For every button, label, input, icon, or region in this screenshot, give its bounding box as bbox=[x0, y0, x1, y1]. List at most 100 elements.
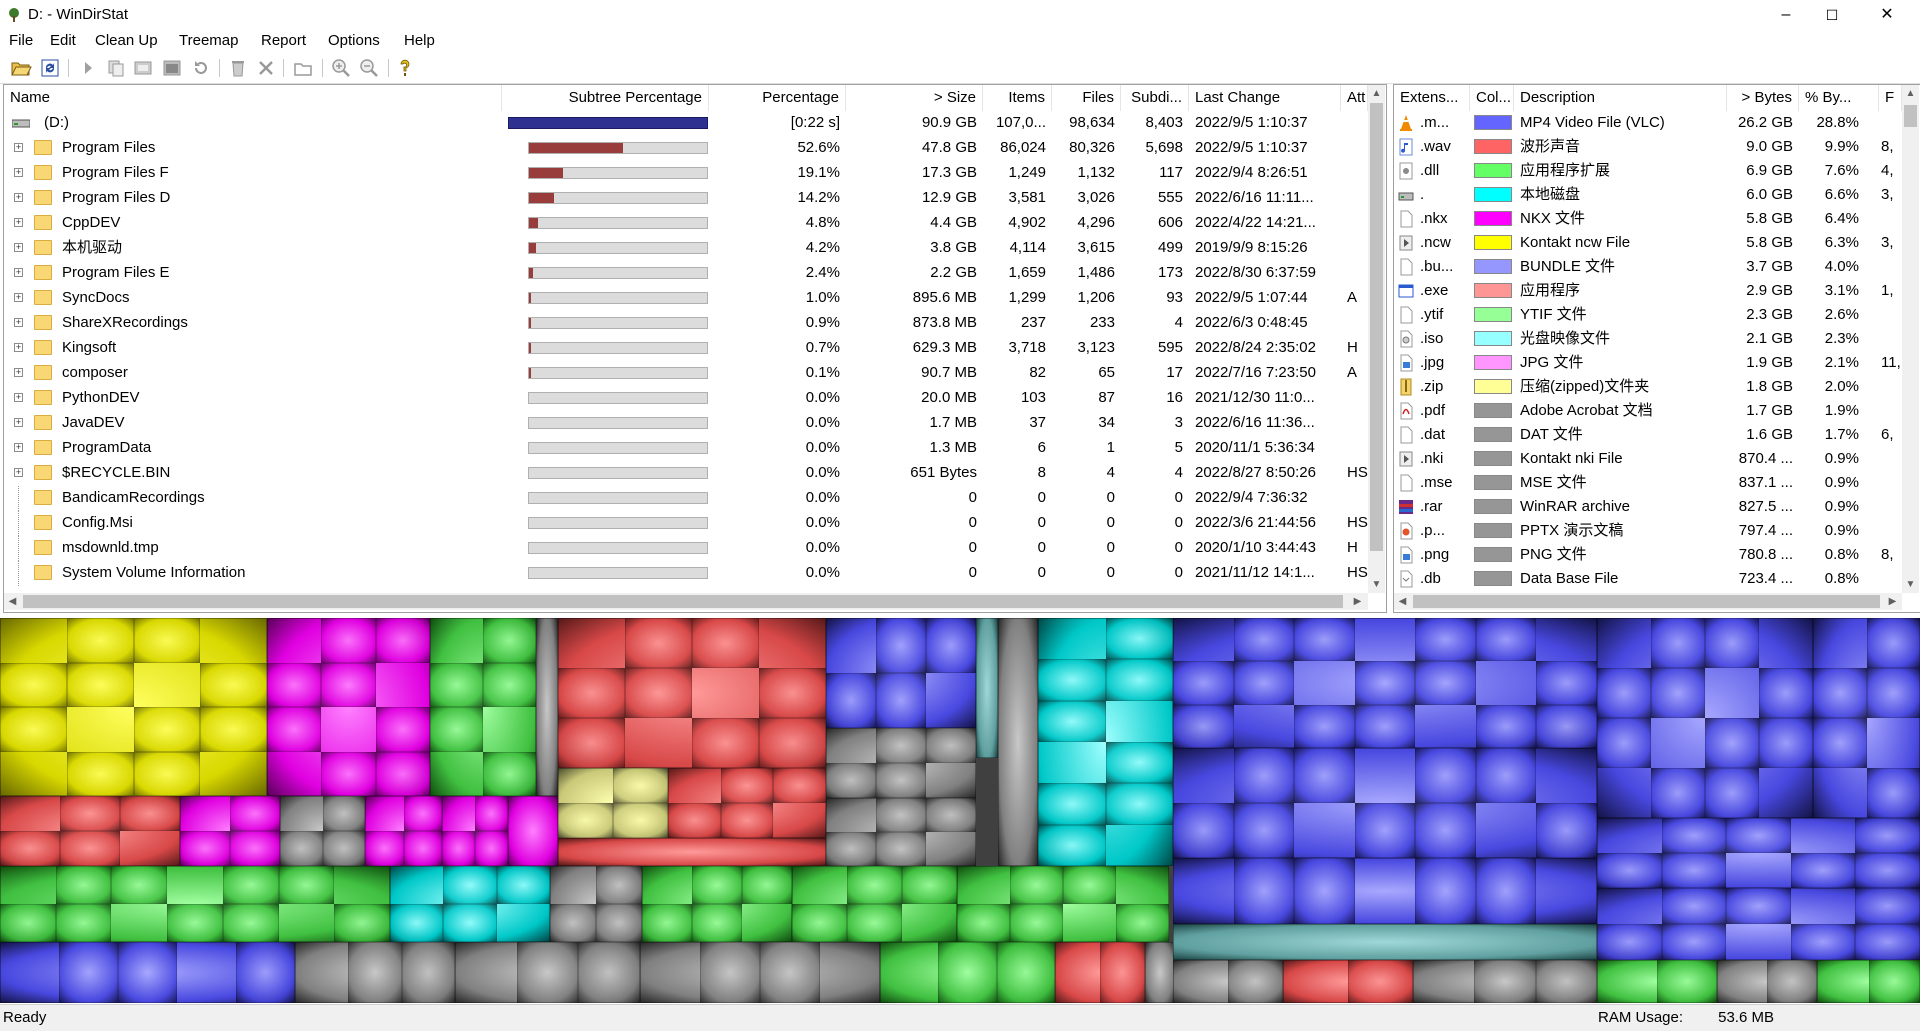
treemap-tile[interactable] bbox=[596, 904, 642, 942]
extension-row[interactable]: .nkiKontakt nki File870.4 ...0.9% bbox=[1394, 447, 1902, 471]
treemap-tile[interactable] bbox=[1415, 858, 1476, 924]
directory-row[interactable]: +Kingsoft0.7%629.3 MB3,7183,1235952022/8… bbox=[4, 336, 1368, 360]
scroll-right-icon[interactable]: ▶ bbox=[1884, 593, 1901, 610]
treemap-tile[interactable] bbox=[1813, 668, 1867, 718]
directory-row[interactable]: BandicamRecordings0.0%00002022/9/4 7:36:… bbox=[4, 486, 1368, 510]
treemap-tile[interactable] bbox=[1415, 748, 1476, 803]
treemap-tile[interactable] bbox=[1038, 783, 1106, 824]
treemap-tile[interactable] bbox=[1759, 718, 1813, 768]
open-folder-icon[interactable] bbox=[10, 57, 32, 79]
extension-horizontal-scrollbar[interactable]: ◀ ▶ bbox=[1394, 593, 1902, 610]
treemap-block[interactable] bbox=[1145, 942, 1175, 1003]
treemap-tile[interactable] bbox=[1662, 818, 1727, 853]
directory-row[interactable]: +$RECYCLE.BIN0.0%651 Bytes8442022/8/27 8… bbox=[4, 461, 1368, 485]
expand-plus-icon[interactable]: + bbox=[14, 143, 23, 152]
treemap-tile[interactable] bbox=[517, 942, 579, 1003]
treemap-tile[interactable] bbox=[223, 866, 279, 904]
treemap-tile[interactable] bbox=[1536, 661, 1597, 704]
treemap-tile[interactable] bbox=[390, 904, 443, 942]
column-header-attributes[interactable]: Att bbox=[1341, 85, 1368, 111]
directory-row[interactable]: +ProgramData0.0%1.3 MB6152020/11/1 5:36:… bbox=[4, 436, 1368, 460]
column-header-subdirs[interactable]: Subdi... bbox=[1121, 85, 1189, 111]
treemap-block[interactable] bbox=[976, 618, 998, 758]
treemap-tile[interactable] bbox=[558, 803, 613, 838]
directory-horizontal-scrollbar[interactable]: ◀ ▶ bbox=[4, 593, 1368, 610]
menu-file[interactable]: File bbox=[9, 32, 33, 49]
directory-row[interactable]: +Program Files52.6%47.8 GB86,02480,3265,… bbox=[4, 136, 1368, 160]
treemap-tile[interactable] bbox=[1063, 866, 1116, 904]
column-header-bytes[interactable]: > Bytes bbox=[1727, 85, 1799, 111]
treemap-tile[interactable] bbox=[1855, 888, 1920, 924]
column-header-items[interactable]: Items bbox=[983, 85, 1052, 111]
treemap-tile[interactable] bbox=[230, 831, 280, 866]
treemap-tile[interactable] bbox=[957, 904, 1010, 942]
treemap-tile[interactable] bbox=[365, 831, 404, 866]
extension-row[interactable]: .bu...BUNDLE 文件3.7 GB4.0% bbox=[1394, 255, 1902, 279]
treemap-tile[interactable] bbox=[938, 942, 996, 1003]
treemap-tile[interactable] bbox=[236, 942, 295, 1003]
zoom-out-icon[interactable] bbox=[358, 57, 380, 79]
scroll-thumb[interactable] bbox=[23, 595, 1343, 608]
treemap-tile[interactable] bbox=[134, 618, 201, 663]
expand-plus-icon[interactable]: + bbox=[14, 393, 23, 402]
directory-row[interactable]: +Program Files F19.1%17.3 GB1,2491,13211… bbox=[4, 161, 1368, 185]
treemap-tile[interactable] bbox=[1791, 853, 1856, 888]
extension-row[interactable]: .p...PPTX 演示文稿797.4 ...0.9% bbox=[1394, 519, 1902, 543]
treemap-tile[interactable] bbox=[1869, 960, 1920, 1003]
treemap-tile[interactable] bbox=[1476, 858, 1537, 924]
treemap-tile[interactable] bbox=[1294, 618, 1355, 661]
properties-icon[interactable] bbox=[292, 57, 314, 79]
column-header-percentage[interactable]: Percentage bbox=[709, 85, 846, 111]
extension-row[interactable]: .datDAT 文件1.6 GB1.7%6, bbox=[1394, 423, 1902, 447]
treemap-tile[interactable] bbox=[1705, 618, 1759, 668]
treemap-tile[interactable] bbox=[1100, 942, 1145, 1003]
treemap-tile[interactable] bbox=[1106, 742, 1174, 783]
treemap-tile[interactable] bbox=[376, 618, 430, 663]
directory-row[interactable]: msdownld.tmp0.0%00002020/1/10 3:44:43H bbox=[4, 536, 1368, 560]
treemap-tile[interactable] bbox=[613, 768, 668, 803]
treemap-tile[interactable] bbox=[321, 663, 375, 708]
extension-row[interactable]: .ncwKontakt ncw File5.8 GB6.3%3, bbox=[1394, 231, 1902, 255]
treemap-tile[interactable] bbox=[1415, 618, 1476, 661]
treemap-tile[interactable] bbox=[1106, 783, 1174, 824]
treemap-tile[interactable] bbox=[759, 718, 826, 768]
expand-plus-icon[interactable]: + bbox=[14, 443, 23, 452]
extension-row[interactable]: .nkxNKX 文件5.8 GB6.4% bbox=[1394, 207, 1902, 231]
treemap-tile[interactable] bbox=[1726, 818, 1791, 853]
treemap-tile[interactable] bbox=[1355, 803, 1416, 858]
column-header-color[interactable]: Col... bbox=[1470, 85, 1514, 111]
treemap-tile[interactable] bbox=[200, 707, 267, 752]
column-header-files[interactable]: F bbox=[1879, 85, 1902, 111]
directory-row[interactable]: +ShareXRecordings0.9%873.8 MB23723342022… bbox=[4, 311, 1368, 335]
treemap-tile[interactable] bbox=[876, 618, 926, 673]
treemap-tile[interactable] bbox=[926, 798, 976, 832]
play-icon[interactable] bbox=[77, 57, 99, 79]
refresh-icon[interactable] bbox=[39, 57, 61, 79]
treemap-tile[interactable] bbox=[376, 752, 430, 797]
expand-plus-icon[interactable]: + bbox=[14, 268, 23, 277]
treemap-tile[interactable] bbox=[1234, 661, 1295, 704]
treemap-tile[interactable] bbox=[118, 942, 177, 1003]
treemap-tile[interactable] bbox=[926, 728, 976, 763]
treemap-tile[interactable] bbox=[578, 942, 640, 1003]
menu-edit[interactable]: Edit bbox=[50, 32, 76, 49]
treemap-tile[interactable] bbox=[1355, 661, 1416, 704]
scroll-thumb[interactable] bbox=[1413, 595, 1880, 608]
treemap-block[interactable] bbox=[508, 796, 558, 866]
menu-treemap[interactable]: Treemap bbox=[179, 32, 238, 49]
treemap-tile[interactable] bbox=[876, 673, 926, 728]
treemap-tile[interactable] bbox=[111, 866, 167, 904]
extension-row[interactable]: .jpgJPG 文件1.9 GB2.1%11, bbox=[1394, 351, 1902, 375]
close-button[interactable]: ✕ bbox=[1864, 0, 1910, 30]
extension-row[interactable]: .dll应用程序扩展6.9 GB7.6%4, bbox=[1394, 159, 1902, 183]
menu-help[interactable]: Help bbox=[404, 32, 435, 49]
treemap-tile[interactable] bbox=[1651, 618, 1705, 668]
treemap-block[interactable] bbox=[558, 838, 826, 866]
treemap-tile[interactable] bbox=[759, 668, 826, 718]
treemap-tile[interactable] bbox=[1474, 960, 1535, 1003]
column-header-files[interactable]: Files bbox=[1052, 85, 1121, 111]
recycle-bin-icon[interactable] bbox=[227, 57, 249, 79]
directory-row[interactable]: Config.Msi0.0%00002022/3/6 21:44:56HS bbox=[4, 511, 1368, 535]
explorer-icon[interactable] bbox=[132, 57, 154, 79]
expand-plus-icon[interactable]: + bbox=[14, 468, 23, 477]
